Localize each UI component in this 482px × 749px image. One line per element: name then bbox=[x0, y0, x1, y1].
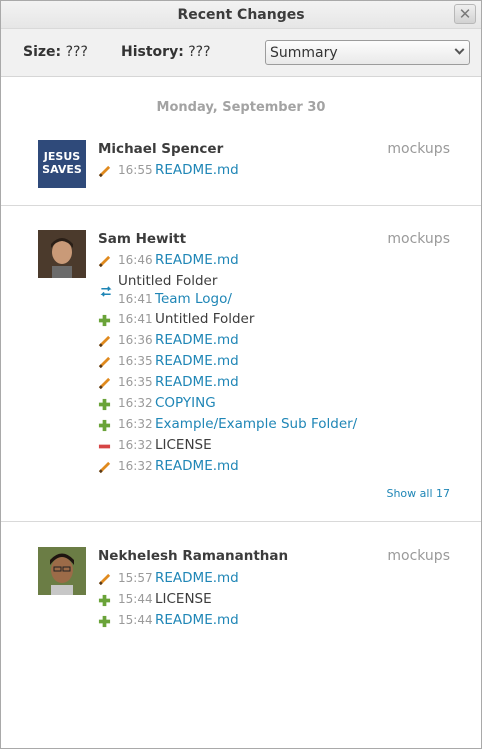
plus-icon bbox=[98, 615, 111, 628]
avatar: JESUS SAVES bbox=[38, 140, 86, 188]
minus-icon bbox=[98, 444, 111, 449]
change-time: 16:55 bbox=[118, 163, 153, 177]
change-time: 16:32 bbox=[118, 396, 153, 410]
file-link[interactable]: README.md bbox=[155, 353, 239, 369]
author-name: Sam Hewitt bbox=[98, 231, 187, 247]
titlebar: Recent Changes ✕ bbox=[1, 1, 481, 29]
chevron-down-icon bbox=[454, 44, 465, 55]
show-all-link[interactable]: Show all 17 bbox=[386, 487, 450, 500]
history-label: History: bbox=[121, 44, 184, 60]
size-value: ??? bbox=[65, 44, 88, 60]
recent-changes-window: Recent Changes ✕ Size: ??? History: ??? … bbox=[0, 0, 482, 749]
repo-name: mockups bbox=[387, 141, 450, 157]
history-value: ??? bbox=[188, 44, 211, 60]
file-link[interactable]: COPYING bbox=[155, 395, 216, 411]
repo-name: mockups bbox=[387, 231, 450, 247]
file-link[interactable]: README.md bbox=[155, 458, 239, 474]
change-time: 16:35 bbox=[118, 375, 153, 389]
plus-icon bbox=[98, 398, 111, 411]
group-divider bbox=[1, 205, 481, 206]
size-info: Size: ??? bbox=[23, 44, 88, 60]
change-time: 16:32 bbox=[118, 417, 153, 431]
group-divider bbox=[1, 521, 481, 522]
plus-icon bbox=[98, 314, 111, 327]
file-link[interactable]: README.md bbox=[155, 252, 239, 268]
author-name: Nekhelesh Ramananthan bbox=[98, 548, 289, 564]
repo-name: mockups bbox=[387, 548, 450, 564]
change-time: 15:44 bbox=[118, 613, 153, 627]
view-select[interactable]: Summary bbox=[265, 40, 470, 65]
file-name: LICENSE bbox=[155, 591, 212, 607]
avatar bbox=[38, 230, 86, 278]
change-time: 16:41 bbox=[118, 292, 153, 306]
pencil-icon bbox=[98, 165, 111, 178]
file-link[interactable]: README.md bbox=[155, 570, 239, 586]
size-label: Size: bbox=[23, 44, 62, 60]
change-time: 16:35 bbox=[118, 354, 153, 368]
change-time: 15:44 bbox=[118, 592, 153, 606]
plus-icon bbox=[98, 594, 111, 607]
rename-icon bbox=[100, 286, 112, 297]
pencil-icon bbox=[98, 335, 111, 348]
view-select-value: Summary bbox=[270, 45, 338, 61]
file-link[interactable]: README.md bbox=[155, 162, 239, 178]
file-link[interactable]: README.md bbox=[155, 374, 239, 390]
change-time: 16:32 bbox=[118, 438, 153, 452]
file-link[interactable]: README.md bbox=[155, 612, 239, 628]
file-link[interactable]: Team Logo/ bbox=[155, 291, 232, 307]
person-photo-icon bbox=[38, 230, 86, 278]
pencil-icon bbox=[98, 461, 111, 474]
close-icon: ✕ bbox=[458, 4, 472, 23]
toolbar: Size: ??? History: ??? Summary bbox=[1, 29, 481, 77]
change-time: 16:41 bbox=[118, 312, 153, 326]
change-time: 16:36 bbox=[118, 333, 153, 347]
pencil-icon bbox=[98, 356, 111, 369]
avatar bbox=[38, 547, 86, 595]
change-time: 16:32 bbox=[118, 459, 153, 473]
pencil-icon bbox=[98, 255, 111, 268]
author-name: Michael Spencer bbox=[98, 141, 224, 157]
pencil-icon bbox=[98, 377, 111, 390]
close-button[interactable]: ✕ bbox=[454, 4, 476, 24]
avatar-text: JESUS SAVES bbox=[42, 150, 82, 176]
date-header: Monday, September 30 bbox=[156, 100, 326, 115]
change-time: 15:57 bbox=[118, 571, 153, 585]
file-name: LICENSE bbox=[155, 437, 212, 453]
plus-icon bbox=[98, 419, 111, 432]
history-info: History: ??? bbox=[121, 44, 211, 60]
change-time: 16:46 bbox=[118, 253, 153, 267]
old-name: Untitled Folder bbox=[118, 273, 218, 289]
person-photo-icon bbox=[38, 547, 86, 595]
file-link[interactable]: README.md bbox=[155, 332, 239, 348]
file-link[interactable]: Example/Example Sub Folder/ bbox=[155, 416, 357, 432]
file-name: Untitled Folder bbox=[155, 311, 255, 327]
window-title: Recent Changes bbox=[177, 7, 305, 23]
pencil-icon bbox=[98, 573, 111, 586]
